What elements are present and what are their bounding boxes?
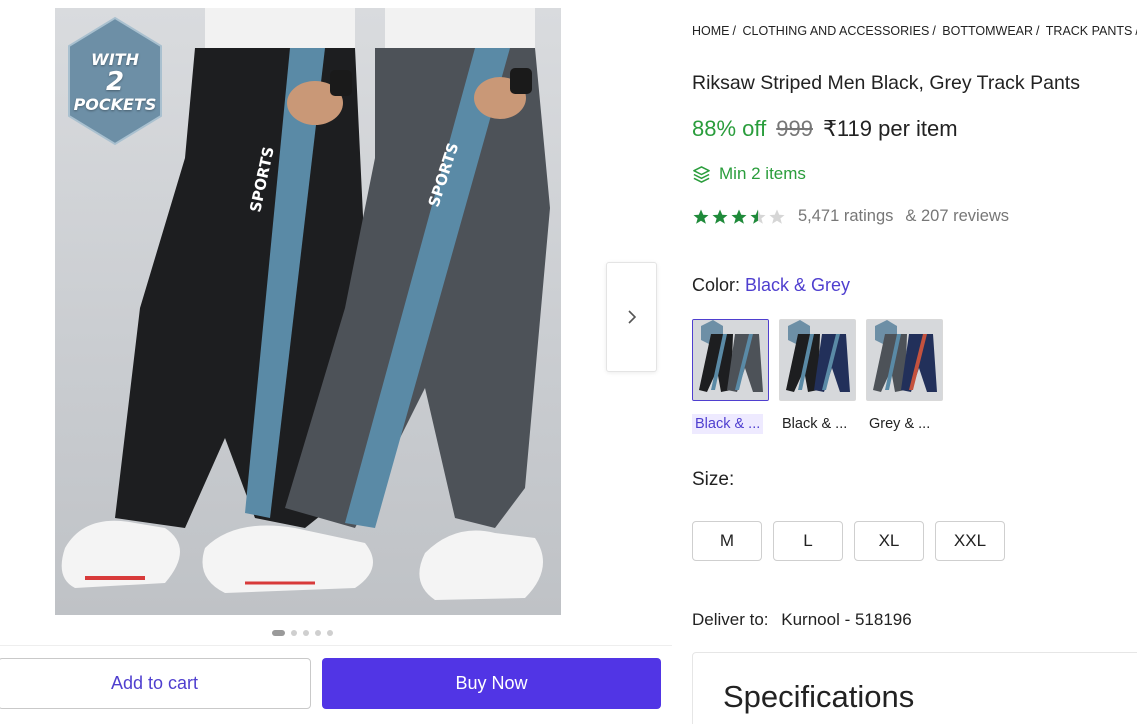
product-image[interactable]: SPORTS SPORTS WITH 2 POCKETS	[55, 8, 561, 615]
pockets-badge: WITH 2 POCKETS	[67, 16, 163, 148]
swatch-thumbnail	[693, 320, 768, 400]
carousel-dot[interactable]	[327, 630, 333, 636]
mrp-price: 999	[776, 116, 813, 141]
breadcrumb: HOME / CLOTHING AND ACCESSORIES / BOTTOMWE…	[692, 24, 1137, 38]
star-rating	[692, 208, 786, 226]
color-option-label-1[interactable]: Black & ...	[692, 414, 764, 434]
star-full-icon	[731, 209, 747, 224]
layers-icon	[693, 165, 710, 183]
reviews-count: & 207 reviews	[905, 207, 1010, 225]
carousel-next-button[interactable]	[606, 262, 657, 372]
size-option-xxl[interactable]: XXL	[935, 521, 1005, 561]
breadcrumb-track-pants[interactable]: TRACK PANTS	[1046, 24, 1133, 38]
swatch-thumbnail	[780, 320, 855, 400]
badge-line-2: 2	[105, 67, 125, 97]
specifications-title: Specifications	[723, 679, 915, 714]
size-option-xl[interactable]: XL	[854, 521, 924, 561]
price-row: 88% off 999 ₹119 per item	[692, 116, 958, 142]
add-to-cart-button[interactable]: Add to cart	[0, 658, 311, 709]
rating-row[interactable]: 5,471 ratings & 207 reviews	[692, 207, 1009, 226]
color-option-label-2[interactable]: Black & ...	[779, 414, 850, 434]
size-option-l[interactable]: L	[773, 521, 843, 561]
breadcrumb-bottomwear[interactable]: BOTTOMWEAR	[942, 24, 1033, 38]
color-label: Color: Black & Grey	[692, 275, 850, 296]
specifications-section: Specifications	[692, 652, 1137, 724]
color-swatch-1[interactable]	[692, 319, 769, 401]
star-full-icon	[693, 209, 709, 224]
star-full-icon	[712, 209, 728, 224]
star-half-icon	[750, 209, 766, 224]
min-items-text: Min 2 items	[719, 164, 806, 183]
selected-color-value: Black & Grey	[745, 275, 851, 295]
product-title: Riksaw Striped Men Black, Grey Track Pan…	[692, 72, 1080, 94]
delivery-info[interactable]: Deliver to: Kurnool - 518196	[692, 610, 912, 630]
badge-line-3: POCKETS	[73, 95, 157, 114]
ratings-count: 5,471 ratings	[798, 207, 894, 225]
carousel-dot[interactable]	[272, 630, 285, 636]
carousel-dot[interactable]	[291, 630, 297, 636]
discount-text: 88% off	[692, 116, 767, 141]
carousel-dot[interactable]	[315, 630, 321, 636]
carousel-dot[interactable]	[303, 630, 309, 636]
size-label: Size:	[692, 469, 735, 490]
selling-price: ₹119 per item	[822, 116, 958, 141]
action-bar: Add to cart Buy Now	[0, 645, 672, 724]
delivery-location[interactable]: Kurnool - 518196	[781, 610, 911, 629]
swatch-thumbnail	[867, 320, 942, 400]
color-swatch-2[interactable]	[779, 319, 856, 401]
chevron-right-icon	[627, 310, 636, 324]
size-option-m[interactable]: M	[692, 521, 762, 561]
color-label-text: Color:	[692, 275, 741, 295]
star-empty-icon	[769, 209, 785, 224]
deliver-label: Deliver to:	[692, 610, 769, 629]
color-option-label-3[interactable]: Grey & ...	[866, 414, 933, 434]
breadcrumb-clothing[interactable]: CLOTHING AND ACCESSORIES	[742, 24, 929, 38]
buy-now-button[interactable]: Buy Now	[322, 658, 661, 709]
breadcrumb-home[interactable]: HOME	[692, 24, 730, 38]
min-items-info: Min 2 items	[692, 164, 806, 184]
color-swatch-3[interactable]	[866, 319, 943, 401]
carousel-dots	[272, 630, 333, 636]
